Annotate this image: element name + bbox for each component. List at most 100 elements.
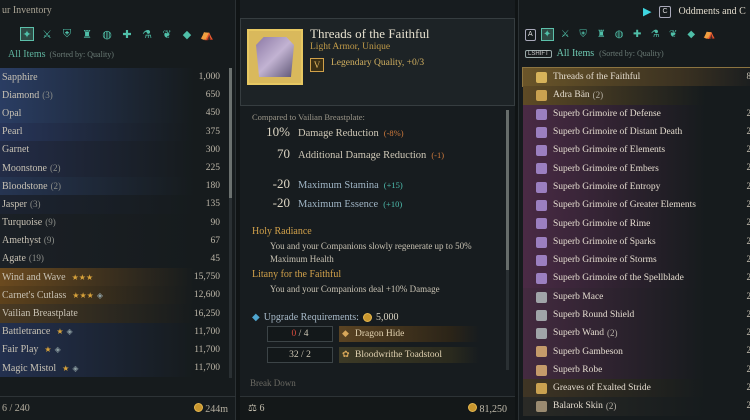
inventory-item-row[interactable]: Diamond (3) 650 (0, 86, 228, 105)
inventory-item-row[interactable]: Pearl 375 (0, 122, 228, 141)
container-item-row[interactable]: Superb Grimoire of Storms 2 (523, 250, 750, 270)
inventory-item-row[interactable]: Sapphire 1,000 (0, 68, 228, 87)
ring-category-icon[interactable]: ◍ (100, 27, 114, 41)
container-item-row[interactable]: Greaves of Exalted Stride 2 (523, 379, 750, 398)
misc-category-icon[interactable]: ⛺ (703, 28, 716, 41)
item-count: (3) (30, 198, 41, 209)
container-sort-label[interactable]: (Sorted by: Quality) (599, 49, 663, 58)
container-item-row[interactable]: Superb Gambeson 2 (523, 342, 750, 361)
shield-category-icon[interactable]: ⛨ (577, 28, 590, 41)
item-value: 12,600 (193, 290, 220, 301)
item-value: 375 (205, 126, 220, 137)
distance-value: 244m (205, 403, 228, 415)
inventory-item-row[interactable]: Turquoise (9) 90 (0, 213, 228, 232)
inventory-item-row[interactable]: Moonstone (2) 225 (0, 158, 228, 178)
all-items-heading: All Items (Sorted by: Quality) (8, 49, 114, 60)
enchant-marker-icon: ◈ (66, 327, 73, 337)
container-item-row[interactable]: Superb Wand (2) 2 (523, 324, 750, 343)
material-name: Dragon Hide (355, 329, 405, 339)
amulet-category-icon[interactable]: ✚ (120, 27, 134, 41)
ingredient-category-icon[interactable]: ❦ (160, 27, 174, 41)
container-item-row[interactable]: Superb Grimoire of Sparks 2 (523, 232, 750, 251)
enchantment-description: You and your Companions deal +10% Damage (270, 284, 440, 294)
item-icon (536, 254, 547, 266)
item-name: Threads of the Faithful (553, 72, 641, 83)
scrollbar-thumb[interactable] (229, 68, 232, 198)
inventory-item-row[interactable]: Opal 450 (0, 104, 228, 123)
shield-category-icon[interactable]: ⛨ (60, 27, 74, 41)
item-icon (536, 309, 547, 321)
container-item-row[interactable]: Superb Mace 2 (523, 287, 750, 306)
inventory-item-row[interactable]: Garnet 300 (0, 140, 228, 159)
sort-label[interactable]: (Sorted by: Quality) (50, 50, 114, 59)
item-count: (2) (50, 162, 61, 173)
stat-label: Additional Damage Reduction (-1) (298, 150, 448, 161)
item-value: 2 (746, 180, 750, 191)
inventory-item-row[interactable]: Carnet's Cutlass ★★★ ◈ 12,600 (0, 286, 228, 305)
detail-scrollbar-thumb[interactable] (506, 110, 509, 270)
container-item-row[interactable]: Superb Grimoire of the Spellblade 2 (523, 269, 750, 288)
container-title-bar: ▶ C Oddments and C (643, 5, 746, 18)
container-item-row[interactable]: Superb Grimoire of Entropy 2 (523, 177, 750, 197)
inventory-list: Sapphire 1,000 Diamond (3) 650 Opal 450 Pearl 37… (0, 68, 228, 378)
container-list: Threads of the Faithful 8 Adra Bän (2) Super… (522, 66, 750, 416)
container-item-row[interactable]: Superb Grimoire of Embers 2 (523, 159, 750, 178)
container-item-row[interactable]: Superb Robe 2 (523, 360, 750, 380)
inventory-item-row[interactable]: Jasper (3) 135 (0, 195, 228, 214)
weapon-category-icon[interactable]: ⚔ (559, 28, 572, 41)
break-down-label[interactable]: Break Down (250, 378, 296, 388)
all-category-icon[interactable]: ✦ (540, 28, 554, 41)
ring-category-icon[interactable]: ◍ (613, 28, 626, 41)
item-icon (536, 108, 547, 120)
material-have: 32 (289, 350, 299, 360)
inventory-item-row[interactable]: Magic Mistol ★ ◈ 11,700 (0, 359, 228, 378)
inventory-item-row[interactable]: Fair Play ★ ◈ 11,700 (0, 340, 228, 359)
inventory-scrollbar[interactable] (229, 68, 232, 378)
inventory-item-row[interactable]: Amethyst (9) 67 (0, 231, 228, 250)
consumable-category-icon[interactable]: ⚗ (140, 27, 154, 41)
container-item-row[interactable]: Superb Grimoire of Rime 2 (523, 214, 750, 233)
item-icon (536, 273, 547, 285)
armor-category-icon[interactable]: ♜ (80, 27, 94, 41)
item-value: 2 (746, 345, 750, 356)
container-item-row-selected[interactable]: Threads of the Faithful 8 (522, 66, 750, 88)
item-value: 2 (746, 327, 750, 338)
all-category-icon[interactable]: ✦ (20, 27, 34, 41)
key-c-icon: C (659, 5, 671, 18)
gem-category-icon[interactable]: ◆ (180, 27, 194, 41)
container-item-row[interactable]: Superb Grimoire of Defense 2 (523, 104, 750, 123)
item-icon (536, 145, 547, 157)
item-name: Superb Grimoire of the Spellblade (553, 273, 684, 284)
inventory-item-row[interactable]: Vailian Breastplate 16,250 (0, 304, 228, 323)
container-item-row[interactable]: Superb Round Shield 2 (523, 305, 750, 325)
item-name: Superb Round Shield (553, 310, 635, 320)
inventory-item-row[interactable]: Wind and Wave ★★★ 15,750 (0, 268, 228, 287)
misc-category-icon[interactable]: ⛺ (200, 27, 214, 41)
container-title: Oddments and C (678, 6, 746, 17)
inventory-item-row[interactable]: Bloodstone (2) 180 (0, 177, 228, 196)
detail-scrollbar[interactable] (506, 110, 509, 370)
ingredient-category-icon[interactable]: ❦ (667, 28, 680, 41)
inventory-item-row[interactable]: Agate (19) 45 (0, 249, 228, 269)
item-name: Superb Grimoire of Storms (553, 255, 657, 266)
container-item-row[interactable]: Superb Grimoire of Distant Death 2 (523, 122, 750, 142)
stat-value: 70 (277, 146, 290, 161)
container-item-row[interactable]: Balarok Skin (2) 2 (523, 397, 750, 416)
star-rating-icon: ★ (62, 363, 70, 373)
item-label: Amethyst (9) (2, 235, 54, 246)
inventory-item-row[interactable]: Battletrance ★ ◈ 11,700 (0, 322, 228, 341)
item-name: Threads of the Faithful (310, 26, 430, 41)
consumable-category-icon[interactable]: ⚗ (649, 28, 662, 41)
star-rating-icon: ★★★ (72, 290, 94, 300)
container-item-row[interactable]: Superb Grimoire of Elements 2 (523, 141, 750, 160)
gem-category-icon[interactable]: ◆ (685, 28, 698, 41)
amulet-category-icon[interactable]: ✚ (631, 28, 644, 41)
container-item-row[interactable]: Superb Grimoire of Greater Elements 2 (523, 196, 750, 215)
inventory-panel: ur Inventory ✦ ⚔ ⛨ ♜ ◍ ✚ ⚗ ❦ ◆ ⛺ All Ite… (0, 0, 236, 420)
container-item-row[interactable]: Adra Bän (2) (523, 86, 750, 105)
item-name: Superb Wand (553, 328, 605, 339)
weapon-category-icon[interactable]: ⚔ (40, 27, 54, 41)
cycle-arrow-icon[interactable]: ▶ (643, 5, 651, 18)
material-row: 32 / 2 ✿ Bloodwrithe Toadstool (267, 347, 479, 363)
armor-category-icon[interactable]: ♜ (595, 28, 608, 41)
